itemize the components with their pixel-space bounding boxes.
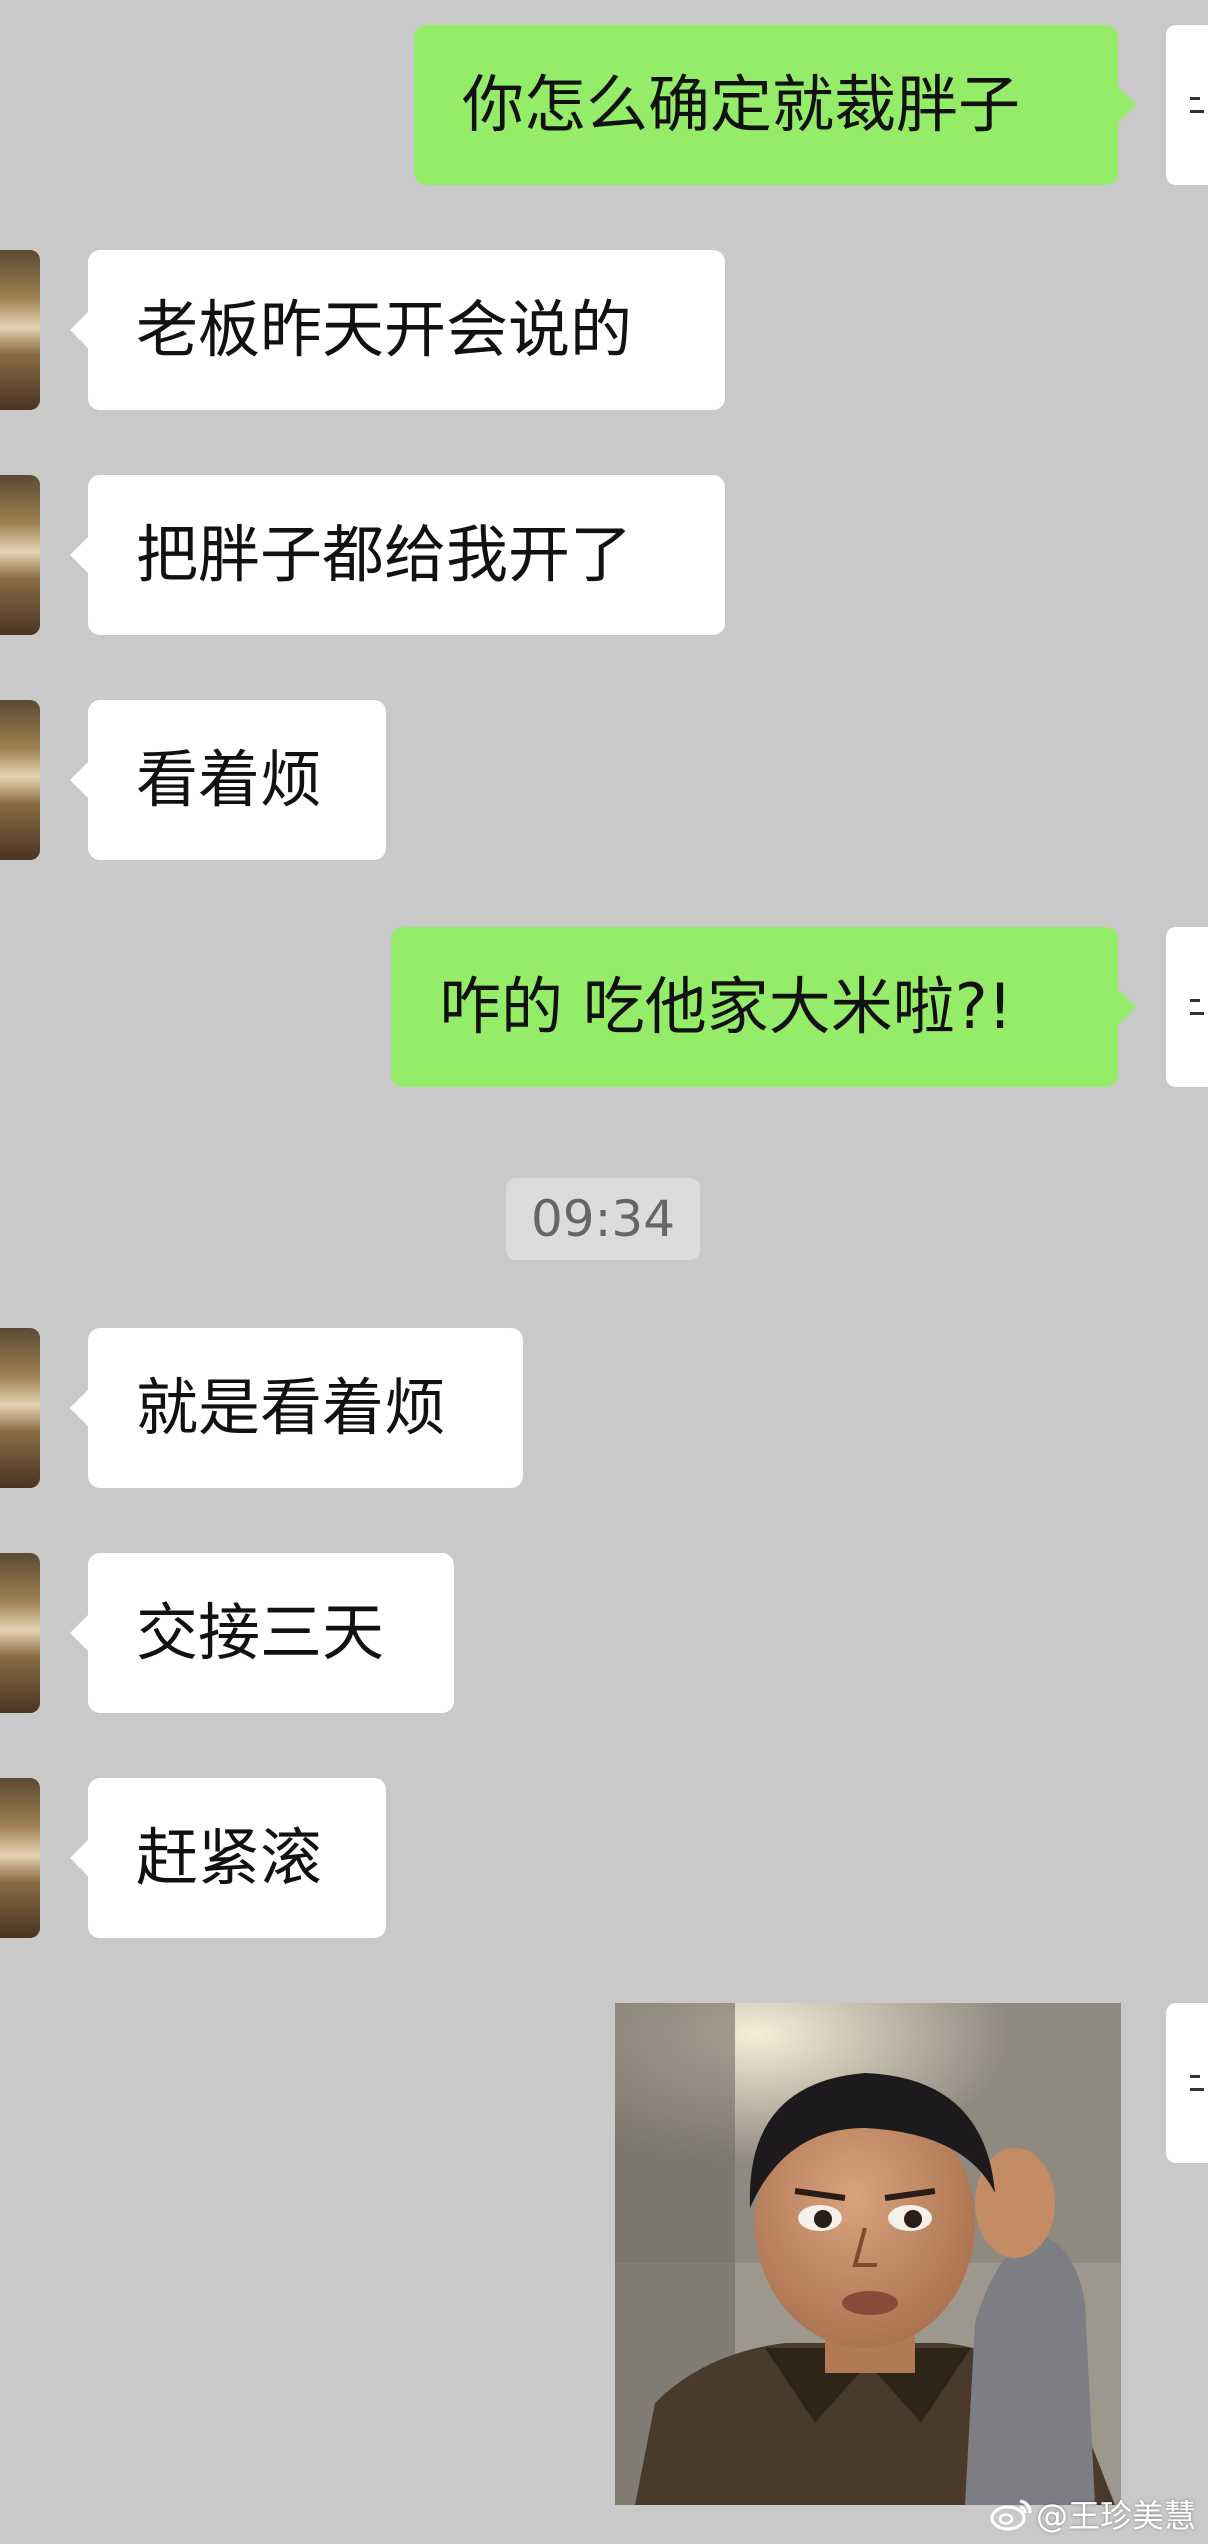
message-text: 就是看着烦 xyxy=(136,1371,447,1444)
avatar[interactable] xyxy=(0,1328,40,1488)
message-bubble-incoming[interactable]: 交接三天 xyxy=(70,1553,454,1713)
message-bubble-incoming[interactable]: 老板昨天开会说的 xyxy=(70,250,725,410)
chat-area: 你怎么确定就裁胖子 老板昨天开会说的 把胖子都给我开了 看着烦 咋的 吃他家大米… xyxy=(0,0,1208,2544)
message-text: 赶紧滚 xyxy=(136,1821,323,1894)
message-bubble-outgoing[interactable]: 咋的 吃他家大米啦?! xyxy=(391,927,1136,1087)
message-bubble-incoming[interactable]: 就是看着烦 xyxy=(70,1328,523,1488)
message-text: 老板昨天开会说的 xyxy=(136,293,633,366)
watermark-text: @王珍美慧 xyxy=(1036,2497,1197,2535)
message-bubble-outgoing[interactable]: 你怎么确定就裁胖子 xyxy=(414,25,1136,185)
message-text: 你怎么确定就裁胖子 xyxy=(462,68,1021,141)
message-bubble-incoming[interactable]: 赶紧滚 xyxy=(70,1778,386,1938)
message-bubble-incoming[interactable]: 把胖子都给我开了 xyxy=(70,475,725,635)
watermark: @王珍美慧 xyxy=(990,2494,1197,2535)
avatar[interactable] xyxy=(0,700,40,860)
message-text: 咋的 吃他家大米啦?! xyxy=(439,970,1013,1043)
weibo-icon xyxy=(990,2499,1032,2531)
avatar[interactable] xyxy=(1166,25,1208,185)
message-bubble-incoming[interactable]: 看着烦 xyxy=(70,700,386,860)
avatar[interactable] xyxy=(0,250,40,410)
avatar[interactable] xyxy=(0,1553,40,1713)
avatar[interactable] xyxy=(1166,2003,1208,2163)
message-text: 看着烦 xyxy=(136,743,323,816)
message-text: 把胖子都给我开了 xyxy=(136,518,633,591)
avatar[interactable] xyxy=(1166,927,1208,1087)
man-thinking-sticker[interactable] xyxy=(615,2003,1121,2505)
timestamp: 09:34 xyxy=(506,1178,700,1260)
avatar[interactable] xyxy=(0,1778,40,1938)
avatar[interactable] xyxy=(0,475,40,635)
message-text: 交接三天 xyxy=(136,1596,385,1669)
